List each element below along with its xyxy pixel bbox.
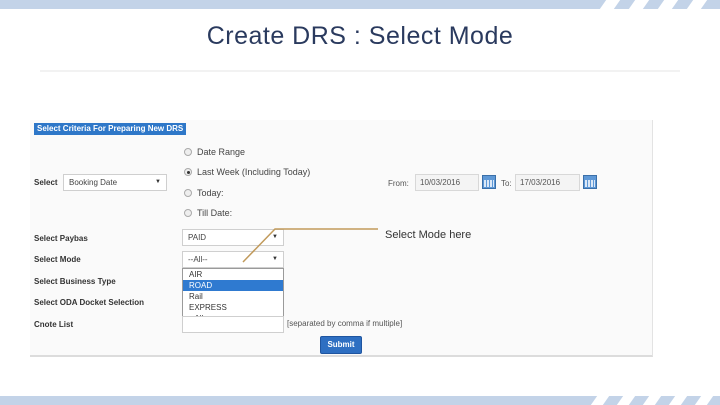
stripe-gap <box>590 396 610 405</box>
stripe-gap <box>642 396 662 405</box>
stripe-gap <box>694 396 714 405</box>
stripe-gap <box>616 396 636 405</box>
callout-arrow <box>242 228 378 263</box>
bottom-decorative-stripe <box>0 396 720 405</box>
callout-line-pointer <box>242 228 305 263</box>
stripe-gap <box>668 396 688 405</box>
callout-text: Select Mode here <box>385 229 472 241</box>
